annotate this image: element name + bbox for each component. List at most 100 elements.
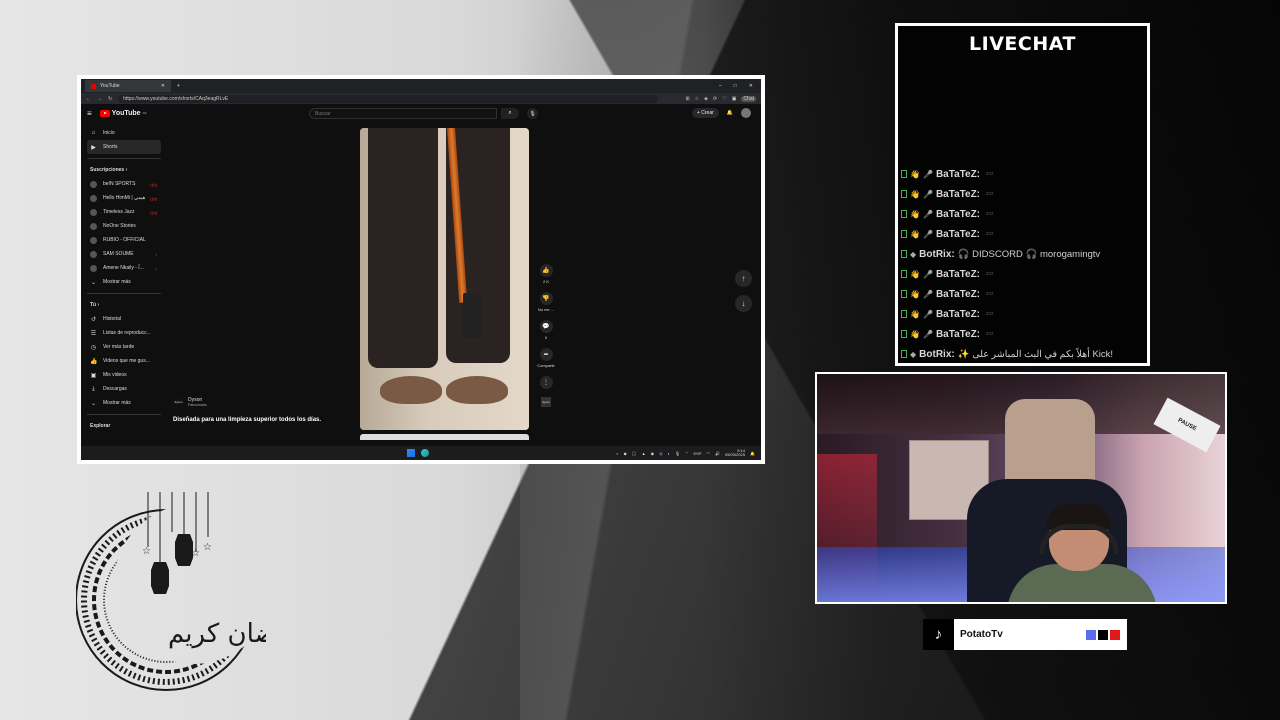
sidebar-item-history[interactable]: ↺ Historial <box>87 312 161 326</box>
home-icon: ⌂ <box>91 130 96 136</box>
search-input[interactable]: Buscar <box>309 108 497 119</box>
emote: zzz <box>986 211 994 217</box>
chevron-up-icon[interactable]: ⌃ <box>685 451 688 456</box>
tray-app-icon[interactable]: ● <box>616 451 618 456</box>
language-indicator[interactable]: ESP <box>693 451 701 456</box>
brand-thumbnail[interactable]: dyson <box>541 397 551 407</box>
extension-icon[interactable]: ◈ <box>704 96 708 102</box>
you-heading[interactable]: Tú › <box>87 298 161 312</box>
sidebar-item-subscription[interactable]: Hello HimMi | هيمي ((•)) <box>87 191 161 205</box>
install-icon[interactable]: ⊞ <box>685 96 689 102</box>
share-action[interactable]: ➦ Compartir <box>534 348 558 368</box>
sidebar-item-subscription[interactable]: beIN SPORTS ((•)) <box>87 177 161 191</box>
mic-badge-icon: 🎤 <box>922 269 933 279</box>
headset-icon[interactable]: 🎧 <box>632 451 637 456</box>
hamburger-menu-icon[interactable]: ≡ <box>87 109 92 118</box>
tray-app-icon[interactable]: ▲ <box>642 451 646 456</box>
download-icon: ⤓ <box>92 385 95 392</box>
notifications-bell-icon[interactable]: 🔔 <box>727 110 733 116</box>
volume-icon[interactable]: 🔊 <box>715 451 720 456</box>
sidebar-item-subscription[interactable]: Amene Nkaily - آ... • <box>87 261 161 275</box>
sidebar-item-subscription[interactable]: SAM SOUME • <box>87 247 161 261</box>
sync-icon[interactable]: ⟳ <box>713 96 717 102</box>
tray-app-icon[interactable]: ◉ <box>651 451 655 456</box>
sidebar-item-home[interactable]: ⌂ Inicio <box>87 126 161 140</box>
livechat-title: LIVECHAT <box>969 33 1076 55</box>
comment-action[interactable]: 💬 0 <box>534 320 558 340</box>
sidebar-item-subscription[interactable]: NoOne Stories <box>87 219 161 233</box>
collections-icon[interactable]: ▣ <box>732 96 737 102</box>
like-action[interactable]: 👍 2 K <box>534 264 558 284</box>
youtube-wordmark: YouTube <box>111 109 141 117</box>
more-options-icon[interactable]: ⋮ <box>539 376 553 389</box>
clock[interactable]: 5:14 05/03/2025 <box>725 448 745 458</box>
more-action[interactable]: ⋮ <box>534 376 558 389</box>
subscriber-badge-icon <box>901 190 907 198</box>
ramadan-calligraphy: رمضان كريم <box>168 619 266 649</box>
search-icon[interactable]: ⌕ <box>501 108 519 119</box>
video-caption: Diseñada para una limpieza superior todo… <box>173 417 322 423</box>
chat-messages: 👋 🎤 BaTaTeZ: zzz 👋 🎤 BaTaTeZ: zzz 👋 🎤 BaTaTeZ: zz… <box>901 164 1143 364</box>
short-video-player[interactable] <box>360 128 529 430</box>
favorites-icon[interactable]: ♡ <box>722 96 726 102</box>
star-icon[interactable]: ☆ <box>695 96 699 102</box>
previous-short-arrow-icon[interactable]: ↑ <box>735 270 752 287</box>
emote: zzz <box>986 271 994 277</box>
sidebar-item-my-videos[interactable]: ▣ Mis videos <box>87 368 161 382</box>
minimize-icon[interactable]: – <box>719 83 722 89</box>
tray-app-icon[interactable]: ◆ <box>624 451 627 456</box>
subscriber-badge-icon <box>901 170 907 178</box>
sidebar-item-subscription[interactable]: Timeless Jazz ((•)) <box>87 205 161 219</box>
sidebar-item-liked[interactable]: 👍 Videos que me gus... <box>87 354 161 368</box>
channel-avatar <box>90 194 97 202</box>
url-field[interactable]: https://www.youtube.com/shorts/CAq3eagRL… <box>118 94 659 103</box>
comment-icon[interactable]: 💬 <box>539 320 553 333</box>
notification-icon[interactable]: 🔔 <box>750 451 755 456</box>
sidebar-item-show-more-2[interactable]: ⌄ Mostrar más <box>87 396 161 410</box>
live-icon: ((•)) <box>150 181 157 187</box>
sidebar-item-shorts[interactable]: ▶ Shorts <box>87 140 161 154</box>
edge-browser-icon[interactable] <box>421 449 429 457</box>
next-short-arrow-icon[interactable]: ↓ <box>735 295 752 312</box>
windows-start-icon[interactable] <box>407 449 415 457</box>
dislike-action[interactable]: 👎 No me ... <box>534 292 558 312</box>
back-icon[interactable]: ← <box>86 96 91 102</box>
chat-button[interactable]: Chat <box>741 95 756 102</box>
sidebar-item-subscription[interactable]: RUBIO - OFFICIAL <box>87 233 161 247</box>
tiktok-handle: PotatoTv <box>960 629 1003 640</box>
new-tab-button[interactable]: + <box>177 83 180 89</box>
like-icon[interactable]: 👍 <box>539 264 553 277</box>
microphone-icon[interactable]: 🎙 <box>527 108 538 119</box>
sidebar-item-label: Mis videos <box>103 372 127 378</box>
subscriptions-heading-label: Suscripciones <box>90 167 125 173</box>
share-icon[interactable]: ➦ <box>539 348 553 361</box>
wifi-icon[interactable]: ◠ <box>707 451 711 456</box>
subscription-label: Hello HimMi | هيمي <box>103 195 146 201</box>
close-window-icon[interactable]: ✕ <box>749 83 753 89</box>
mic-tray-icon[interactable]: 🎙 <box>675 451 680 456</box>
forward-icon[interactable]: → <box>97 96 102 102</box>
video-shoe-left <box>380 376 442 404</box>
sidebar-item-downloads[interactable]: ⤓ Descargas <box>87 382 161 396</box>
close-tab-icon[interactable]: ✕ <box>161 83 165 89</box>
create-button[interactable]: + Crear <box>691 108 719 118</box>
dislike-icon[interactable]: 👎 <box>539 292 553 305</box>
avatar[interactable] <box>741 108 751 118</box>
emote: zzz <box>986 231 994 237</box>
sidebar-item-show-more[interactable]: ⌄ Mostrar más <box>87 275 161 289</box>
sidebar-item-watch-later[interactable]: ◷ Ver más tarde <box>87 340 161 354</box>
browser-tab[interactable]: YouTube ✕ <box>85 80 171 92</box>
channel-info[interactable]: dyson Dyson Patrocinado <box>173 396 207 407</box>
reload-icon[interactable]: ↻ <box>108 96 112 102</box>
channel-avatar <box>90 180 97 188</box>
youtube-logo[interactable]: YouTube DZ <box>99 109 147 117</box>
maximize-icon[interactable]: □ <box>734 83 737 89</box>
emote: zzz <box>986 291 994 297</box>
youtube-favicon-icon <box>91 83 96 89</box>
next-short-preview[interactable] <box>360 434 529 440</box>
emote: zzz <box>986 311 994 317</box>
tray-app-icon[interactable]: ◐ <box>668 451 670 456</box>
tray-app-icon[interactable]: ◍ <box>659 451 663 456</box>
subscriptions-heading[interactable]: Suscripciones › <box>87 163 161 177</box>
sidebar-item-playlists[interactable]: ☰ Listas de reproducc... <box>87 326 161 340</box>
